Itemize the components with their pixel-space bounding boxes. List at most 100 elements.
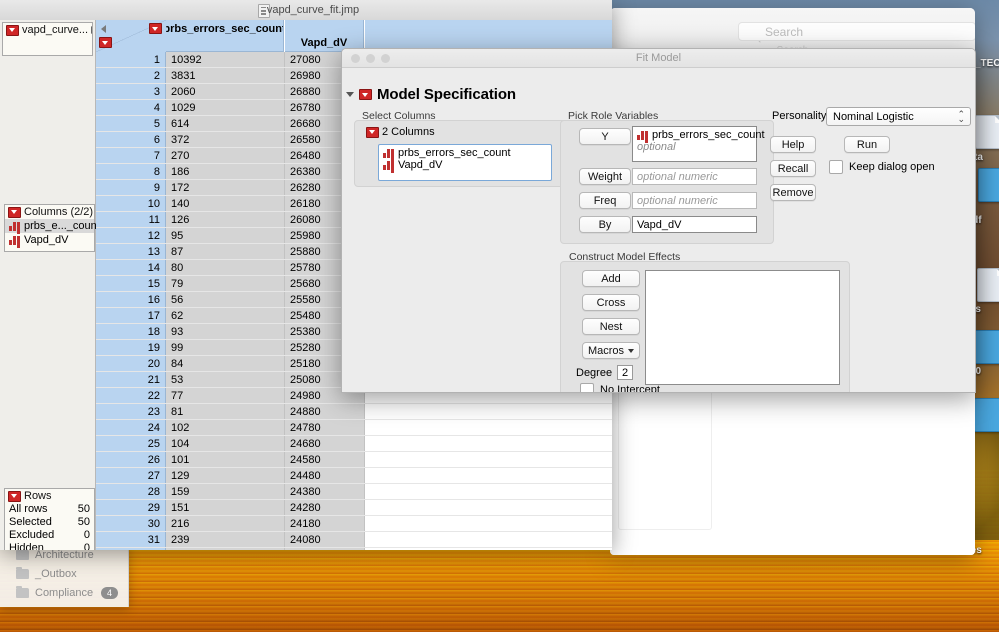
cell-prbs-errors[interactable]: 614 [166, 116, 285, 132]
keep-dialog-open-row[interactable]: Keep dialog open [829, 160, 935, 174]
grid-corner-cell[interactable] [96, 20, 167, 53]
desktop-file-icon[interactable] [974, 398, 999, 432]
rows-panel[interactable]: Rows All rows 50 Selected 50 Excluded 0 … [4, 488, 95, 550]
columns-panel-item-0[interactable]: prbs_e..._count [5, 219, 100, 233]
cell-empty[interactable] [365, 452, 612, 468]
cell-vapd-dv[interactable]: 24180 [285, 516, 365, 532]
remove-button[interactable]: Remove [770, 184, 816, 201]
cell-prbs-errors[interactable]: 270 [166, 148, 285, 164]
cell-empty[interactable] [365, 484, 612, 500]
cell-prbs-errors[interactable]: 1029 [166, 100, 285, 116]
row-number-cell[interactable]: 10 [96, 196, 166, 212]
desktop-file-icon[interactable] [977, 268, 999, 302]
chevron-down-icon[interactable] [346, 92, 354, 97]
cell-vapd-dv[interactable]: 24580 [285, 452, 365, 468]
model-effects-list[interactable] [645, 270, 840, 385]
row-number-cell[interactable]: 22 [96, 388, 166, 404]
recall-button[interactable]: Recall [770, 160, 816, 177]
cell-empty[interactable] [365, 516, 612, 532]
row-number-cell[interactable]: 31 [96, 532, 166, 548]
row-number-cell[interactable]: 16 [96, 292, 166, 308]
cross-effect-button[interactable]: Cross [582, 294, 640, 311]
cell-prbs-errors[interactable]: 3831 [166, 68, 285, 84]
row-number-cell[interactable]: 32 [96, 548, 166, 550]
cell-prbs-errors[interactable]: 53 [166, 372, 285, 388]
red-triangle-menu-icon[interactable] [8, 490, 21, 502]
row-number-cell[interactable]: 14 [96, 260, 166, 276]
cell-prbs-errors[interactable]: 10392 [166, 52, 285, 68]
cell-prbs-errors[interactable]: 81 [166, 404, 285, 420]
row-number-cell[interactable]: 6 [96, 132, 166, 148]
desktop-file-icon[interactable] [974, 330, 999, 364]
degree-input[interactable]: 2 [617, 365, 633, 380]
select-columns-group-header[interactable]: 2 Columns [366, 126, 435, 138]
cell-vapd-dv[interactable]: 23980 [285, 548, 365, 550]
row-number-cell[interactable]: 18 [96, 324, 166, 340]
add-effect-button[interactable]: Add [582, 270, 640, 287]
sidebar-item-compliance[interactable]: Compliance 4 [0, 583, 128, 602]
select-columns-list[interactable]: prbs_errors_sec_count Vapd_dV [378, 144, 552, 181]
nest-effect-button[interactable]: Nest [582, 318, 640, 335]
row-number-cell[interactable]: 20 [96, 356, 166, 372]
row-number-cell[interactable]: 30 [96, 516, 166, 532]
cell-prbs-errors[interactable]: 87 [166, 244, 285, 260]
cell-prbs-errors[interactable]: 102 [166, 420, 285, 436]
row-number-cell[interactable]: 13 [96, 244, 166, 260]
table-panel-header[interactable]: vapd_curve... [3, 23, 92, 37]
row-number-cell[interactable]: 26 [96, 452, 166, 468]
cell-prbs-errors[interactable]: 343 [166, 548, 285, 550]
cell-prbs-errors[interactable]: 101 [166, 452, 285, 468]
background-search-input[interactable]: Search [738, 22, 975, 41]
row-number-cell[interactable]: 5 [96, 116, 166, 132]
red-triangle-menu-icon[interactable] [99, 37, 112, 48]
jmp-title-bar[interactable]: vapd_curve_fit.jmp [0, 0, 612, 21]
row-number-cell[interactable]: 29 [96, 500, 166, 516]
chevron-right-icon[interactable] [91, 26, 92, 34]
cell-empty[interactable] [365, 436, 612, 452]
personality-select[interactable]: Nominal Logistic ⌃ ⌄ [826, 107, 971, 126]
row-number-cell[interactable]: 12 [96, 228, 166, 244]
desktop-file-icon[interactable] [978, 168, 999, 202]
cell-vapd-dv[interactable]: 24680 [285, 436, 365, 452]
cell-prbs-errors[interactable]: 159 [166, 484, 285, 500]
sidebar-item-outbox[interactable]: _Outbox [0, 564, 128, 583]
role-button-freq[interactable]: Freq [579, 192, 631, 209]
cell-empty[interactable] [365, 532, 612, 548]
cell-prbs-errors[interactable]: 99 [166, 340, 285, 356]
cell-prbs-errors[interactable]: 372 [166, 132, 285, 148]
cell-vapd-dv[interactable]: 24280 [285, 500, 365, 516]
row-number-cell[interactable]: 2 [96, 68, 166, 84]
red-triangle-menu-icon[interactable] [6, 24, 19, 36]
collapse-arrow-icon[interactable] [101, 25, 106, 33]
cell-prbs-errors[interactable]: 104 [166, 436, 285, 452]
row-number-cell[interactable]: 4 [96, 100, 166, 116]
row-number-cell[interactable]: 3 [96, 84, 166, 100]
cell-prbs-errors[interactable]: 239 [166, 532, 285, 548]
column-header-prbs[interactable]: prbs_errors_sec_count [166, 20, 284, 52]
role-button-y[interactable]: Y [579, 128, 631, 145]
desktop-file-icon[interactable] [975, 115, 999, 149]
row-number-cell[interactable]: 8 [96, 164, 166, 180]
red-triangle-menu-icon[interactable] [366, 126, 379, 138]
red-triangle-menu-icon[interactable] [359, 89, 372, 100]
role-field-by[interactable]: Vapd_dV [632, 216, 757, 233]
fit-model-dialog[interactable]: Fit Model Model Specification Select Col… [341, 48, 976, 393]
table-panel[interactable]: vapd_curve... [2, 22, 93, 56]
cell-prbs-errors[interactable]: 79 [166, 276, 285, 292]
cell-empty[interactable] [365, 500, 612, 516]
no-intercept-checkbox[interactable] [580, 383, 594, 392]
cell-prbs-errors[interactable]: 84 [166, 356, 285, 372]
cell-empty[interactable] [365, 404, 612, 420]
role-button-by[interactable]: By [579, 216, 631, 233]
help-button[interactable]: Help [770, 136, 816, 153]
cell-empty[interactable] [365, 468, 612, 484]
cell-prbs-errors[interactable]: 216 [166, 516, 285, 532]
role-field-weight[interactable]: optional numeric [632, 168, 757, 185]
role-field-freq[interactable]: optional numeric [632, 192, 757, 209]
cell-prbs-errors[interactable]: 172 [166, 180, 285, 196]
row-number-cell[interactable]: 25 [96, 436, 166, 452]
cell-prbs-errors[interactable]: 95 [166, 228, 285, 244]
row-number-cell[interactable]: 24 [96, 420, 166, 436]
cell-prbs-errors[interactable]: 140 [166, 196, 285, 212]
row-number-cell[interactable]: 19 [96, 340, 166, 356]
